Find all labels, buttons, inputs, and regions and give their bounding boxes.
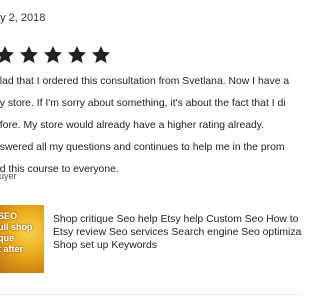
thumbnail-caption-line: t after	[0, 244, 24, 254]
star-icon	[19, 46, 39, 64]
thumbnail-caption-line: SEO	[0, 211, 18, 221]
review-text: glad that I ordered this consultation fr…	[0, 71, 289, 181]
reviewer-label: ouyer	[0, 171, 17, 181]
listing-thumbnail[interactable]: SEO ull shop que t after	[0, 205, 44, 273]
review-date: ay 2, 2018	[0, 12, 46, 24]
star-rating	[0, 44, 112, 66]
listing-title-line: Etsy review Seo services Search engine S…	[53, 227, 302, 238]
thumbnail-caption-line: ull shop	[0, 222, 33, 232]
review-text-line: nswered all my questions and continues t…	[0, 142, 285, 153]
thumbnail-caption-line: que	[0, 233, 15, 243]
divider	[0, 294, 300, 295]
review-text-line: efore. My store would already have a hig…	[0, 120, 265, 131]
star-icon	[91, 46, 111, 64]
review-text-line: glad that I ordered this consultation fr…	[0, 76, 290, 87]
listing-title-line: Shop set up Keywords	[53, 240, 157, 251]
star-icon	[0, 46, 15, 64]
listing-title-line: Shop critique Seo help Etsy help Custom …	[53, 214, 299, 225]
listing-title-link[interactable]: Shop critique Seo help Etsy help Custom …	[53, 213, 301, 252]
star-icon	[43, 46, 63, 64]
review-text-line: ny store. If I'm sorry about something, …	[0, 98, 286, 109]
thumbnail-caption: SEO ull shop que t after	[0, 211, 33, 255]
review-text-line: nd this course to everyone.	[0, 164, 119, 175]
star-icon	[67, 46, 87, 64]
